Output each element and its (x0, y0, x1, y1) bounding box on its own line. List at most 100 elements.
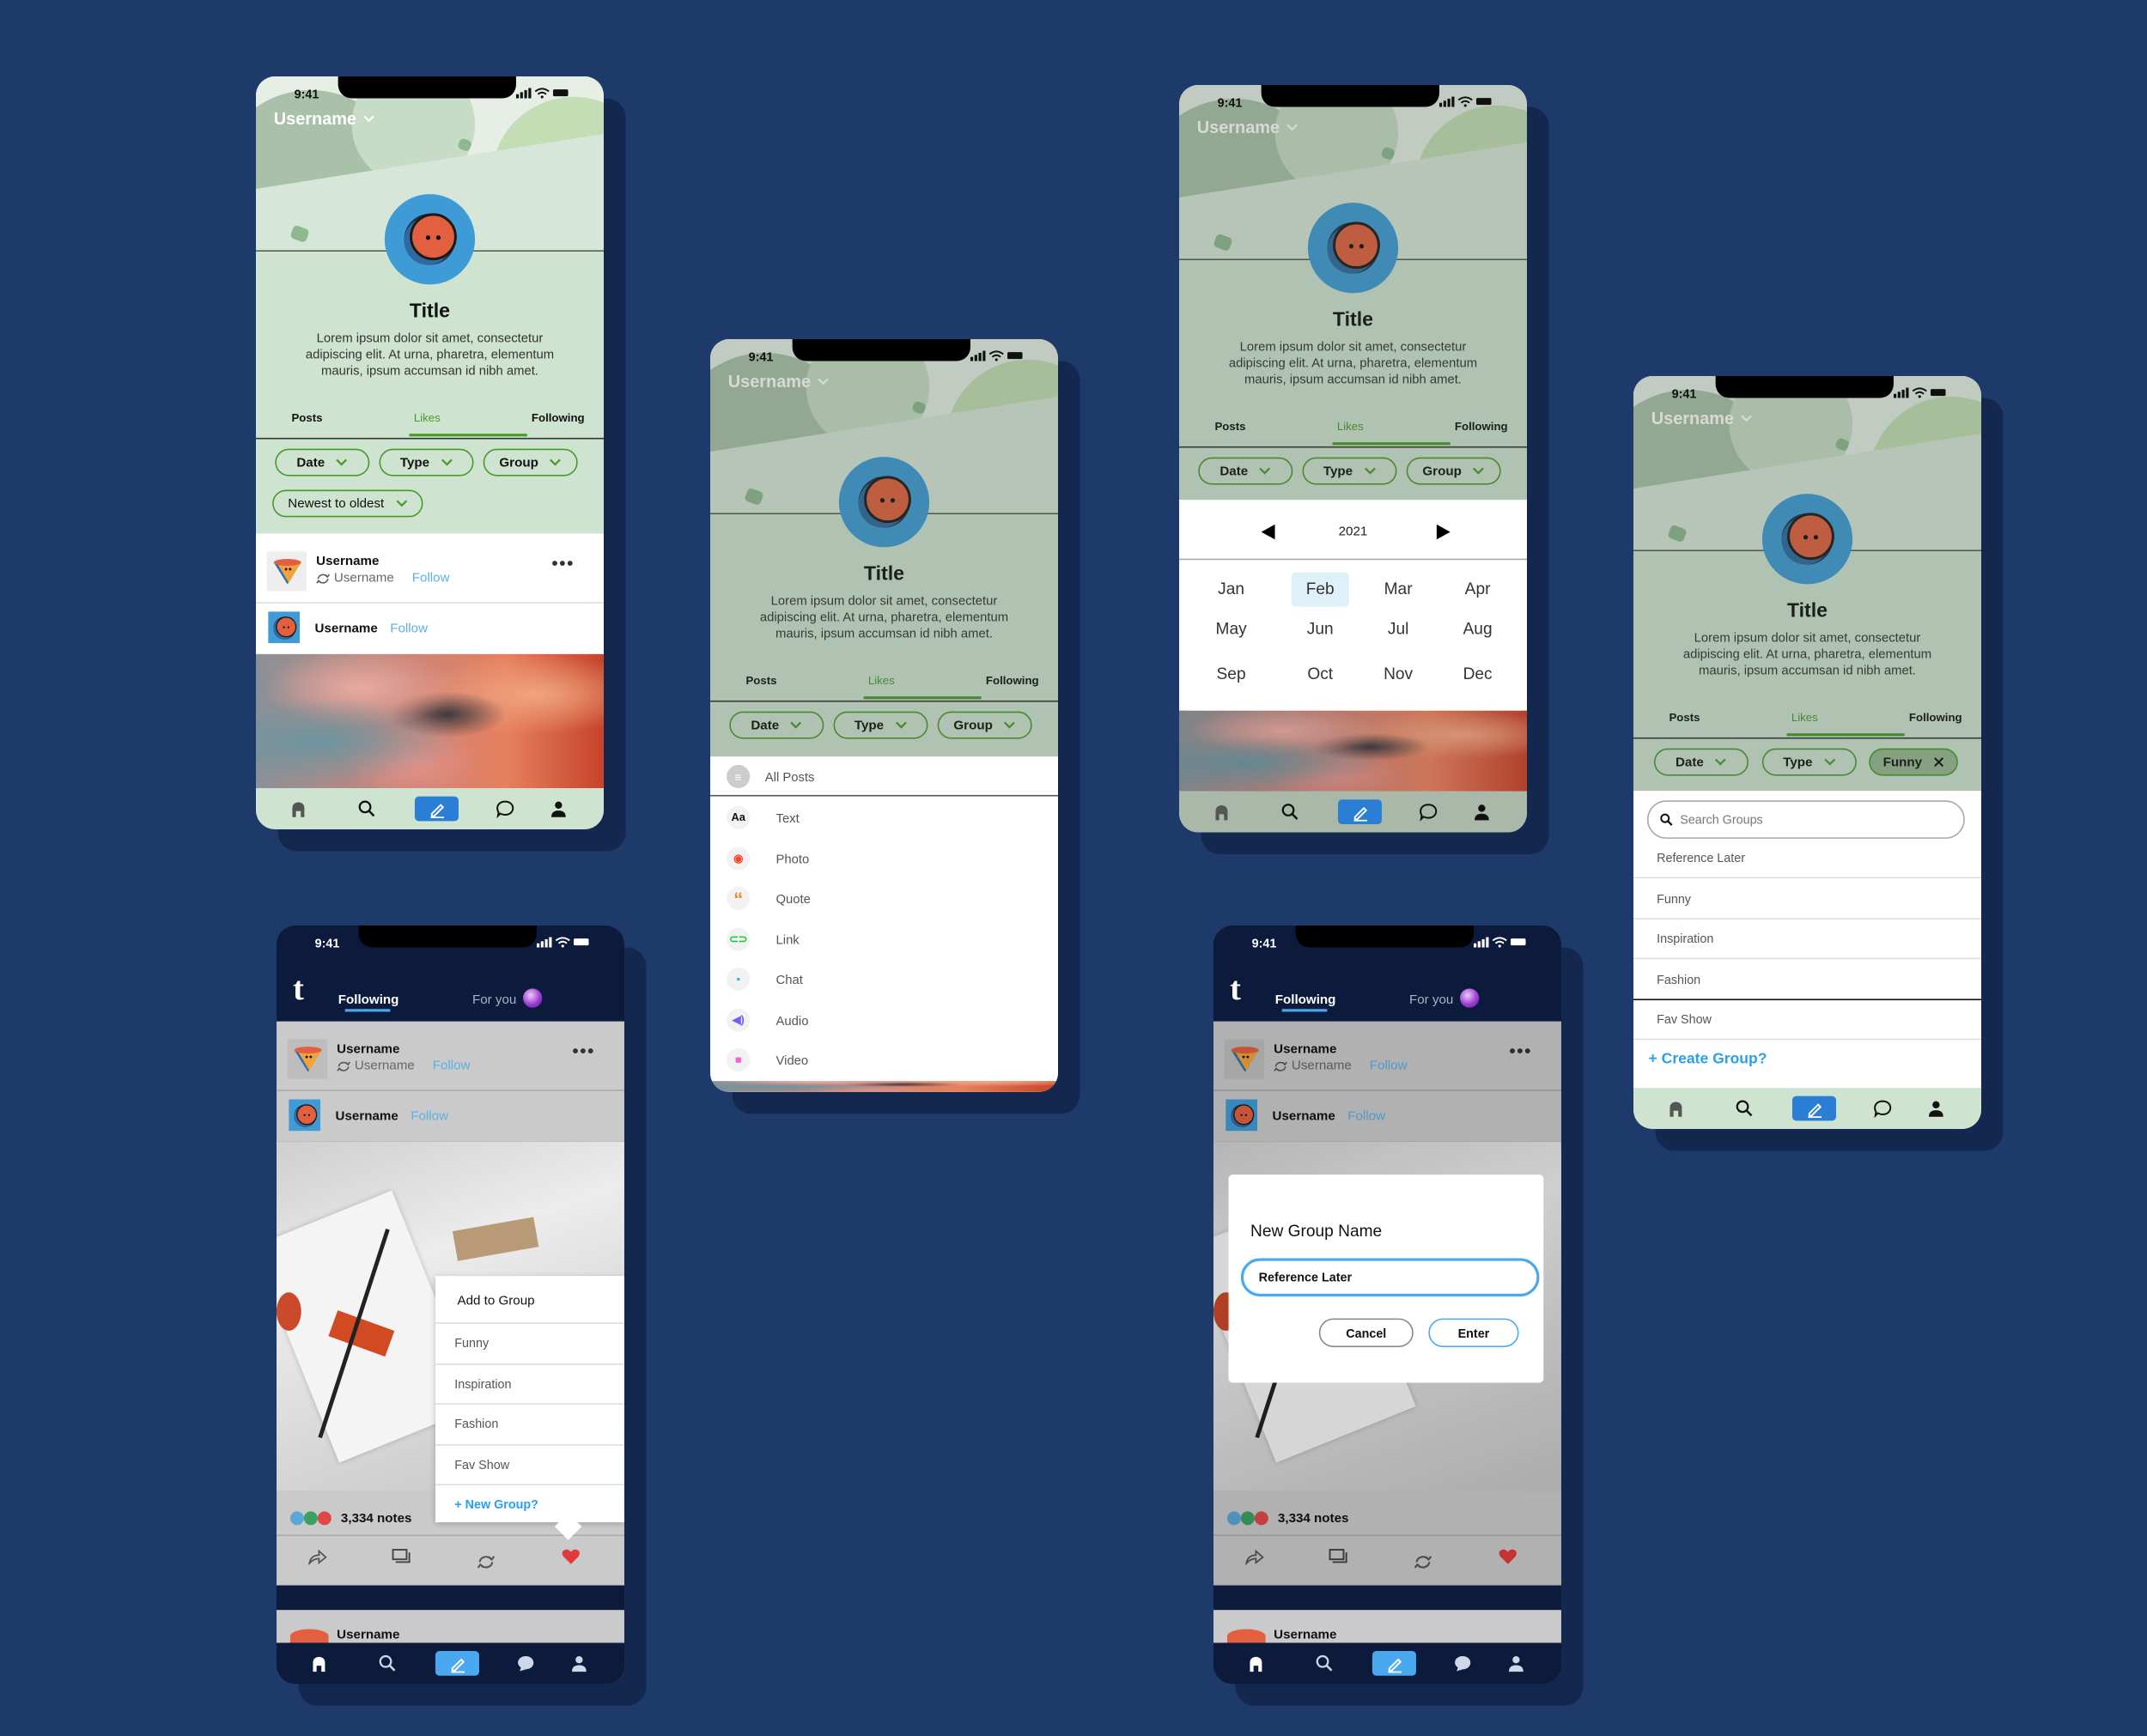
enter-button[interactable]: Enter (1428, 1318, 1519, 1348)
search-groups-input[interactable]: Search Groups (1646, 800, 1965, 839)
post-image[interactable] (256, 653, 604, 789)
next-post-username[interactable]: Username (1274, 1628, 1336, 1643)
sort-filter[interactable]: Newest to oldest (272, 489, 423, 518)
share-icon[interactable] (308, 1548, 327, 1565)
month-jun[interactable]: Jun (1290, 619, 1350, 638)
follow-link[interactable]: Follow (411, 1109, 448, 1125)
home-icon[interactable] (1666, 1099, 1685, 1118)
chat-bubble-icon[interactable] (1873, 1099, 1892, 1119)
reblogger-username[interactable]: Username (316, 554, 379, 569)
compose-button[interactable] (1372, 1651, 1416, 1676)
tab-following[interactable]: Following (532, 410, 585, 424)
tumblr-logo[interactable]: t (1230, 972, 1241, 1009)
search-icon[interactable] (378, 1654, 397, 1672)
author-username[interactable]: Username (315, 622, 378, 637)
group-option[interactable]: Fashion (435, 1403, 624, 1442)
profile-icon[interactable] (1472, 802, 1491, 821)
search-icon[interactable] (357, 799, 376, 818)
reblogger-username[interactable]: Username (337, 1042, 399, 1058)
profile-icon[interactable] (549, 799, 568, 818)
follow-link[interactable]: Follow (412, 571, 450, 586)
blog-switcher[interactable]: Username (274, 109, 376, 129)
group-option[interactable]: Funny (1633, 879, 1981, 920)
new-group-button[interactable]: + New Group? (435, 1484, 624, 1524)
source-username[interactable]: Username (334, 571, 394, 586)
month-jul[interactable]: Jul (1368, 619, 1428, 638)
type-option-photo[interactable]: ◉ Photo (710, 839, 1058, 878)
tab-following-feed[interactable]: Following (1275, 992, 1336, 1008)
follow-link[interactable]: Follow (390, 622, 428, 637)
chat-bubble-icon[interactable] (516, 1654, 535, 1672)
heart-icon[interactable] (562, 1548, 581, 1564)
tab-for-you[interactable]: For you (1409, 992, 1453, 1008)
more-options-icon[interactable]: ••• (551, 553, 575, 574)
follow-link[interactable]: Follow (433, 1059, 471, 1074)
reblog-button[interactable] (477, 1546, 496, 1578)
month-mar[interactable]: Mar (1368, 580, 1428, 598)
month-aug[interactable]: Aug (1448, 619, 1508, 638)
author-avatar[interactable] (268, 611, 301, 644)
tumblr-logo[interactable]: t (293, 972, 304, 1009)
compose-button[interactable] (1337, 799, 1382, 824)
date-filter[interactable]: Date (275, 448, 370, 476)
source-username[interactable]: Username (355, 1059, 415, 1074)
compose-button[interactable] (435, 1651, 479, 1676)
month-may[interactable]: May (1201, 619, 1262, 638)
home-icon[interactable] (1246, 1654, 1265, 1672)
next-post-username[interactable]: Username (337, 1628, 399, 1643)
type-option-chat[interactable]: ▪ Chat (710, 959, 1058, 999)
next-year-icon[interactable] (1436, 524, 1451, 540)
group-filter[interactable]: Group (483, 448, 578, 476)
home-icon[interactable] (309, 1654, 328, 1672)
avatar[interactable] (384, 194, 476, 285)
group-option[interactable]: Funny (435, 1322, 624, 1362)
reblogger-avatar[interactable] (287, 1039, 327, 1079)
author-avatar[interactable] (289, 1099, 321, 1132)
reply-icon[interactable] (392, 1548, 411, 1564)
status-icons (1438, 96, 1492, 107)
audio-icon: ◀) (727, 1008, 751, 1032)
home-icon[interactable] (1212, 802, 1231, 821)
tab-following-feed[interactable]: Following (338, 992, 399, 1008)
month-nov[interactable]: Nov (1368, 664, 1428, 683)
tab-for-you[interactable]: For you (472, 992, 516, 1008)
type-option-text[interactable]: Aa Text (710, 798, 1058, 837)
type-option-quote[interactable]: “ Quote (710, 878, 1058, 918)
type-option-all-posts[interactable]: ≡ All Posts (710, 756, 1058, 796)
month-jan[interactable]: Jan (1201, 580, 1262, 598)
profile-icon[interactable] (1506, 1654, 1525, 1672)
home-icon[interactable] (289, 799, 307, 818)
month-feb[interactable]: Feb (1290, 580, 1350, 598)
author-username[interactable]: Username (336, 1109, 398, 1125)
reblogger-avatar[interactable] (266, 551, 307, 592)
chat-bubble-icon[interactable] (1453, 1654, 1472, 1672)
profile-icon[interactable] (569, 1654, 588, 1672)
group-option[interactable]: Fav Show (1633, 1000, 1981, 1041)
month-apr[interactable]: Apr (1448, 580, 1508, 598)
search-icon[interactable] (1735, 1099, 1754, 1118)
group-name-input[interactable]: Reference Later (1240, 1258, 1540, 1297)
cancel-button[interactable]: Cancel (1318, 1318, 1414, 1348)
month-dec[interactable]: Dec (1448, 664, 1508, 683)
chat-bubble-icon[interactable] (496, 799, 514, 819)
chat-bubble-icon[interactable] (1419, 802, 1438, 822)
group-option[interactable]: Inspiration (1633, 920, 1981, 960)
more-options-icon[interactable]: ••• (572, 1041, 595, 1061)
compose-button[interactable] (414, 796, 459, 822)
group-option[interactable]: Reference Later (1633, 839, 1981, 879)
notes-count[interactable]: 3,334 notes (341, 1511, 412, 1527)
month-sep[interactable]: Sep (1201, 664, 1262, 683)
type-option-audio[interactable]: ◀) Audio (710, 1000, 1058, 1040)
type-option-video[interactable]: ■ Video (710, 1040, 1058, 1079)
profile-icon[interactable] (1926, 1099, 1945, 1118)
compose-button[interactable] (1791, 1096, 1836, 1121)
month-oct[interactable]: Oct (1290, 664, 1350, 683)
type-filter[interactable]: Type (379, 448, 474, 476)
group-option[interactable]: Fashion (1633, 960, 1981, 1000)
create-group-button[interactable]: + Create Group? (1649, 1051, 1767, 1067)
group-option[interactable]: Fav Show (435, 1443, 624, 1483)
group-option[interactable]: Inspiration (435, 1363, 624, 1402)
type-option-link[interactable]: ⊂⊃ Link (710, 920, 1058, 959)
search-icon[interactable] (1280, 802, 1299, 821)
search-icon[interactable] (1315, 1654, 1334, 1672)
